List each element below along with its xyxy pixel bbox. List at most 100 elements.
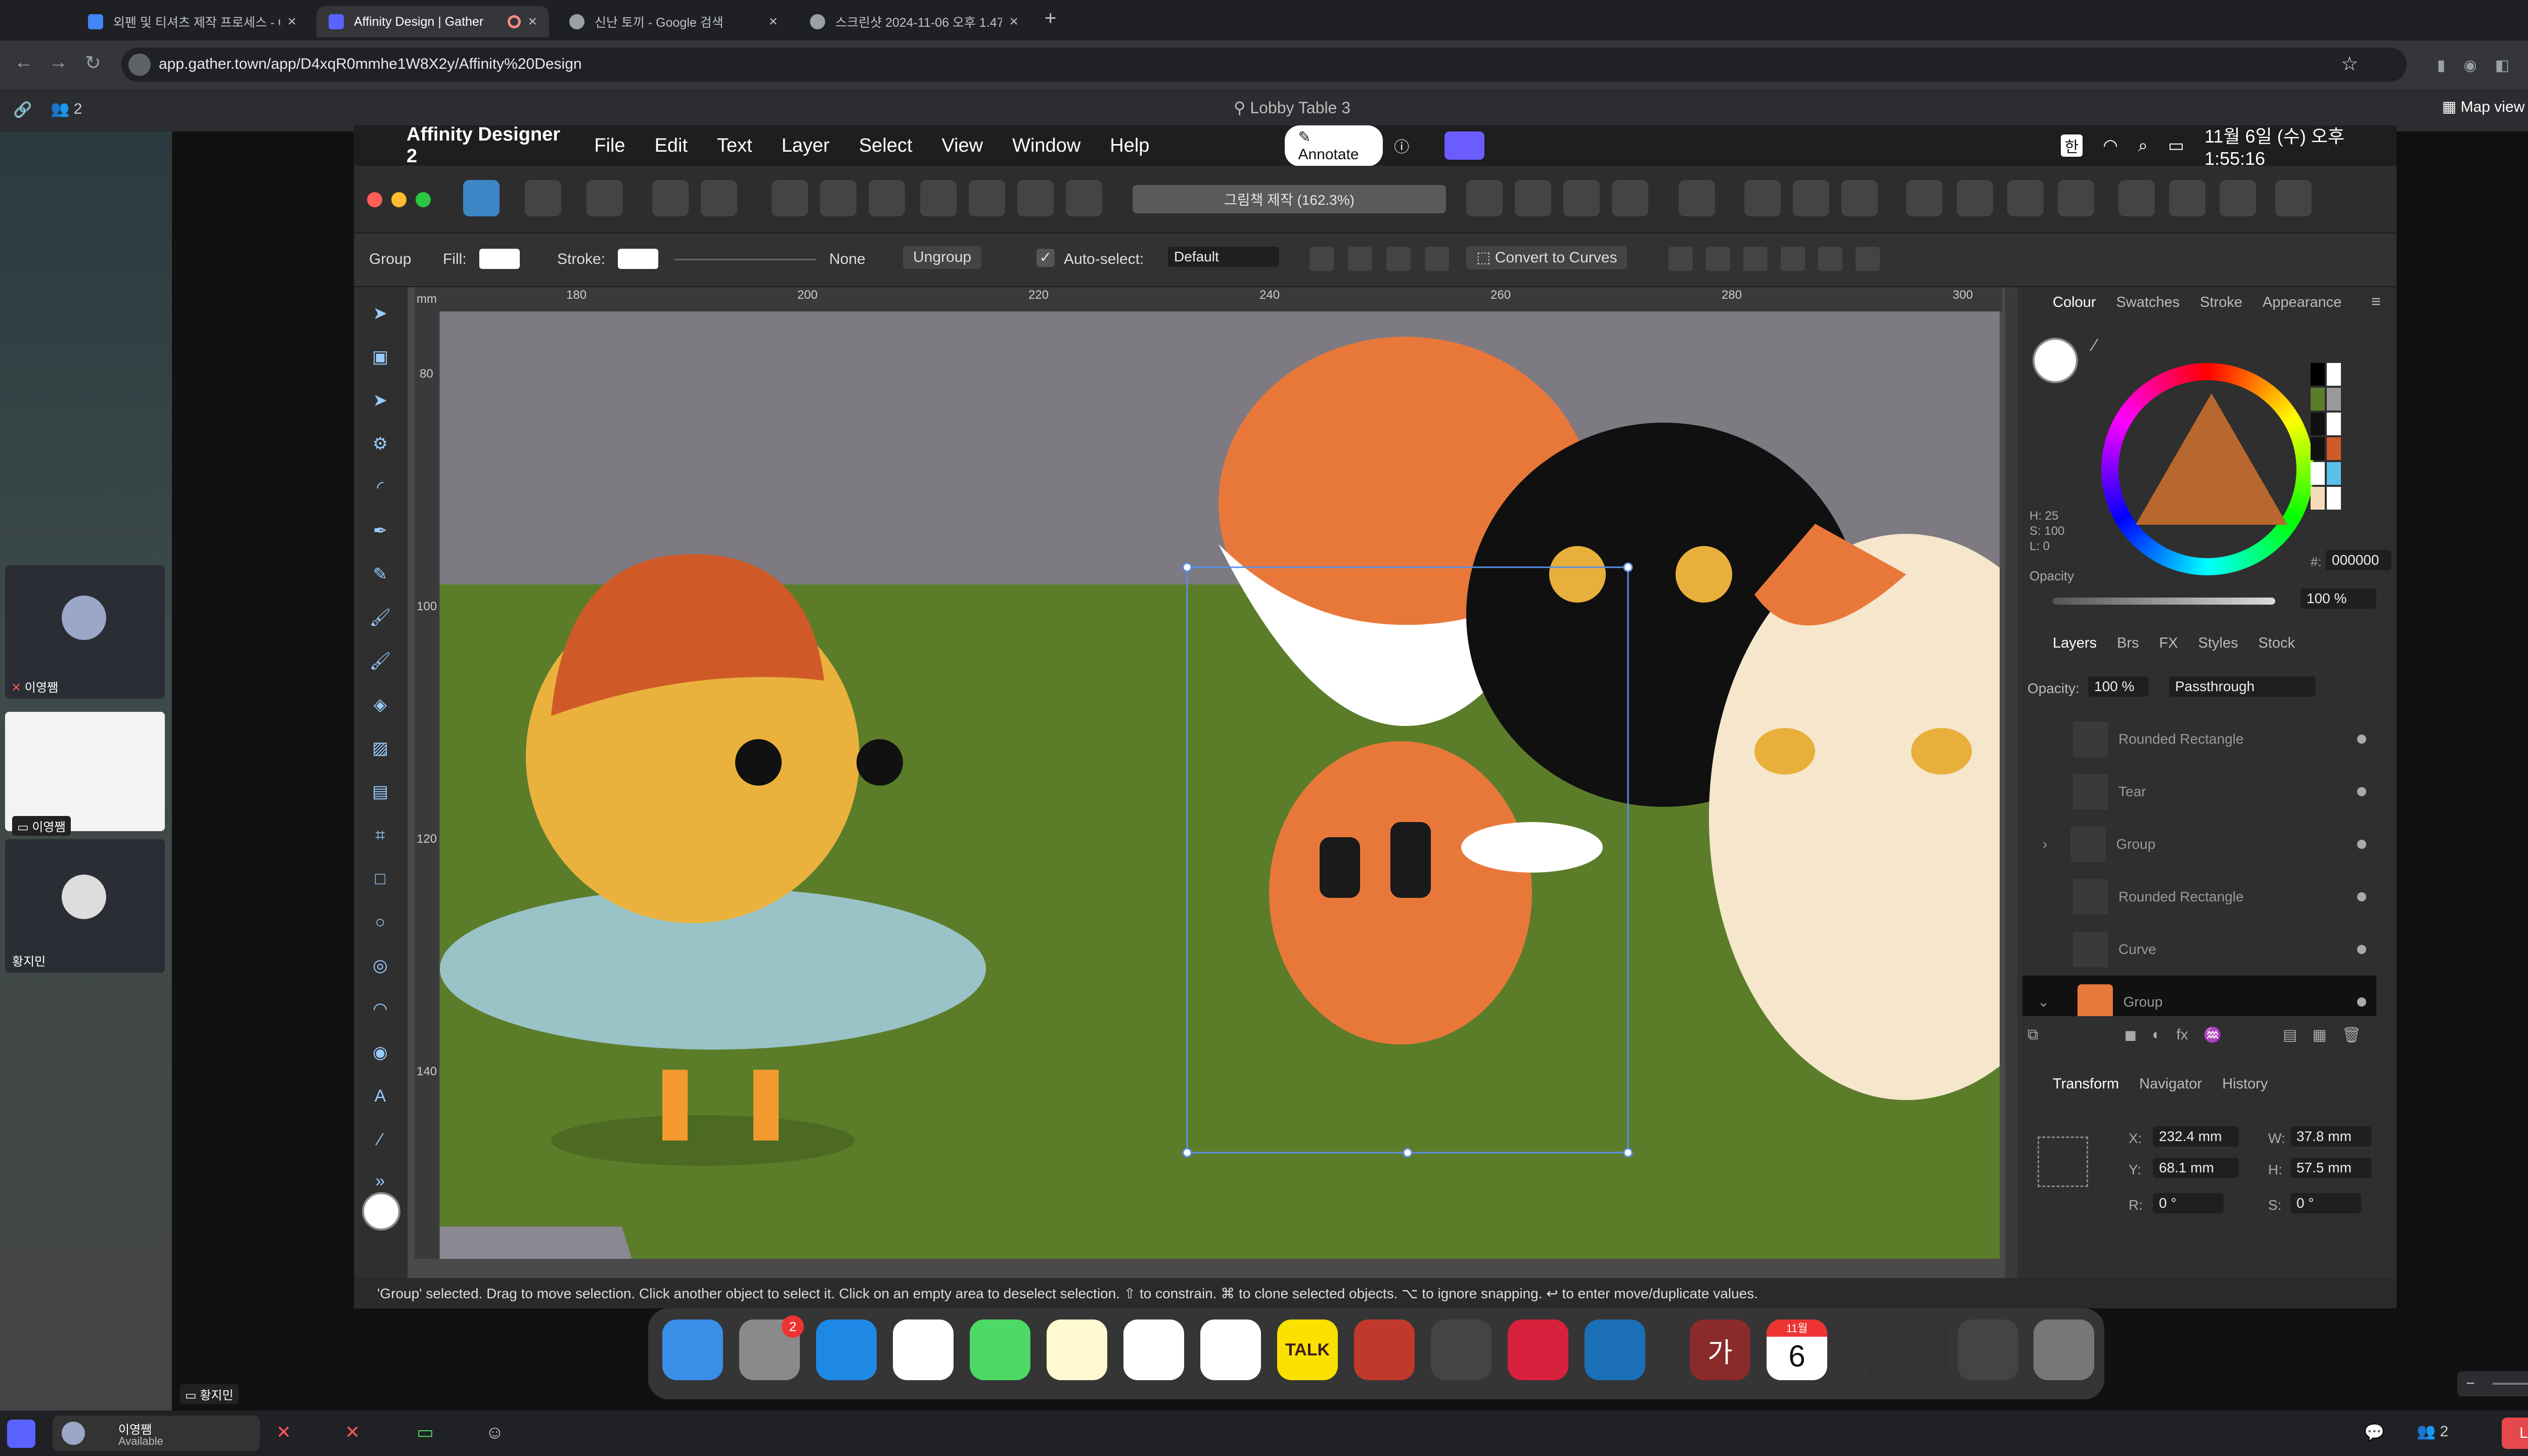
puzzle-icon[interactable]: ◧ bbox=[2495, 57, 2509, 77]
swatch[interactable] bbox=[2311, 487, 2325, 510]
convert-to-curves-button[interactable]: ⬚ Convert to Curves bbox=[1466, 246, 1628, 269]
tab-transform[interactable]: Transform bbox=[2053, 1076, 2119, 1093]
calendar-icon[interactable]: 11월 6 bbox=[1767, 1320, 1827, 1380]
artwork-canvas[interactable] bbox=[440, 311, 2000, 1259]
visibility-dot-icon[interactable] bbox=[2357, 734, 2366, 744]
crop-tool-icon[interactable]: ⌗ bbox=[365, 820, 395, 850]
tab-fx[interactable]: FX bbox=[2159, 635, 2178, 652]
y-field[interactable]: 68.1 mm bbox=[2153, 1158, 2239, 1178]
boolean-add-icon[interactable] bbox=[920, 180, 957, 216]
selection-handle[interactable] bbox=[1403, 1148, 1413, 1158]
video-tile[interactable]: ✕ 이영쨈 bbox=[5, 565, 165, 699]
export-persona-icon[interactable] bbox=[586, 180, 623, 216]
kakaotalk-icon[interactable]: TALK bbox=[1277, 1320, 1338, 1380]
h-field[interactable]: 57.5 mm bbox=[2290, 1158, 2371, 1178]
menu-layer[interactable]: Layer bbox=[782, 135, 830, 157]
browser-tab[interactable]: 외펜 및 티셔츠 제작 프로세스 - Go × bbox=[76, 6, 308, 37]
vector-crop-tool-icon[interactable]: ◉ bbox=[365, 1037, 395, 1068]
new-tab-button[interactable]: + bbox=[1045, 7, 1056, 30]
reload-icon[interactable]: ↻ bbox=[85, 52, 101, 74]
swatch[interactable] bbox=[2311, 462, 2325, 485]
minimize-window-button[interactable] bbox=[391, 192, 407, 207]
selection-handle[interactable] bbox=[1623, 562, 1633, 572]
emoji-icon[interactable]: ☺ bbox=[485, 1422, 504, 1443]
paint-brush-tool-icon[interactable]: 🖌 bbox=[365, 646, 395, 676]
video-tile[interactable]: 황지민 bbox=[5, 839, 165, 973]
document-title[interactable]: 그림책 제작 (162.3%) bbox=[1133, 185, 1446, 213]
swatch[interactable] bbox=[2327, 413, 2341, 435]
arrange-icon[interactable] bbox=[869, 180, 905, 216]
transform-icon[interactable] bbox=[1386, 247, 1411, 271]
recent-window-thumbnail[interactable] bbox=[1958, 1320, 2018, 1380]
swatch[interactable] bbox=[2327, 388, 2341, 411]
site-info-icon[interactable] bbox=[128, 54, 151, 76]
expand-tools-icon[interactable]: » bbox=[365, 1166, 395, 1196]
search-icon[interactable]: ⌕ bbox=[2138, 136, 2148, 156]
visibility-dot-icon[interactable] bbox=[2357, 997, 2366, 1007]
close-tab-icon[interactable]: × bbox=[528, 13, 537, 30]
artboard-tool-icon[interactable]: ▣ bbox=[365, 342, 395, 372]
corner-tool-icon[interactable]: ◜ bbox=[365, 472, 395, 503]
shape-tool-icon[interactable]: ◎ bbox=[365, 950, 395, 981]
colour-wheel[interactable] bbox=[2101, 363, 2314, 575]
link-icon[interactable]: 🔗 bbox=[13, 101, 32, 119]
app-name-menu[interactable]: Affinity Designer 2 bbox=[407, 124, 565, 167]
tab-layers[interactable]: Layers bbox=[2053, 635, 2097, 652]
layer-options-icon[interactable]: ⧉ bbox=[2027, 1026, 2038, 1052]
x-field[interactable]: 232.4 mm bbox=[2153, 1126, 2239, 1147]
annotate-button[interactable]: ✎ Annotate bbox=[1285, 125, 1383, 166]
selection-handle[interactable] bbox=[1182, 1148, 1192, 1158]
layer-opacity-field[interactable]: 100 % bbox=[2088, 676, 2149, 697]
menu-file[interactable]: File bbox=[594, 135, 625, 157]
colour-picker-tool-icon[interactable]: ⁄ bbox=[365, 1124, 395, 1155]
stroke-width-slider[interactable] bbox=[674, 259, 816, 260]
transform-icon[interactable] bbox=[1348, 247, 1372, 271]
back-icon[interactable]: ← bbox=[14, 52, 33, 73]
designer-persona-icon[interactable] bbox=[463, 180, 500, 216]
swatch[interactable] bbox=[2311, 363, 2325, 386]
layer-row[interactable]: › Group bbox=[2022, 818, 2376, 871]
pen-tool-icon[interactable]: ✒ bbox=[365, 516, 395, 546]
group-icon[interactable]: ▦ bbox=[2313, 1026, 2327, 1052]
align-left-icon[interactable] bbox=[1668, 247, 1693, 271]
pencil-tool-icon[interactable]: ✎ bbox=[365, 559, 395, 589]
mic-off-icon[interactable]: ✕ bbox=[276, 1422, 291, 1443]
layers-icon[interactable] bbox=[1957, 180, 1993, 216]
visibility-dot-icon[interactable] bbox=[2357, 787, 2366, 796]
creative-cloud-icon[interactable] bbox=[1508, 1320, 1568, 1380]
browser-tab[interactable]: 스크린샷 2024-11-06 오후 1.47 × bbox=[798, 6, 1030, 37]
flip-vertical-icon[interactable] bbox=[1515, 180, 1551, 216]
align-top-icon[interactable] bbox=[1781, 247, 1805, 271]
account-icon[interactable] bbox=[2275, 180, 2312, 216]
segment-tool-icon[interactable]: ◠ bbox=[365, 994, 395, 1024]
layers-icon[interactable] bbox=[2007, 180, 2044, 216]
arrange-icon[interactable] bbox=[820, 180, 856, 216]
tab-stroke[interactable]: Stroke bbox=[2200, 294, 2242, 311]
zoom-control[interactable]: −+ bbox=[2457, 1371, 2528, 1396]
screenshot-icon[interactable] bbox=[1431, 1320, 1492, 1380]
messages-icon[interactable] bbox=[970, 1320, 1030, 1380]
ungroup-button[interactable]: Ungroup bbox=[903, 246, 982, 269]
swatch[interactable] bbox=[2327, 462, 2341, 485]
transparency-tool-icon[interactable]: ▨ bbox=[365, 733, 395, 763]
visibility-dot-icon[interactable] bbox=[2357, 892, 2366, 901]
affinity-designer-icon[interactable] bbox=[1585, 1320, 1645, 1380]
magnet-icon[interactable] bbox=[1841, 180, 1878, 216]
battery-icon[interactable]: ▭ bbox=[2168, 135, 2184, 156]
swatch[interactable] bbox=[2327, 363, 2341, 386]
swatch[interactable] bbox=[2327, 437, 2341, 460]
menu-view[interactable]: View bbox=[941, 135, 983, 157]
swatch[interactable] bbox=[2311, 437, 2325, 460]
swatch[interactable] bbox=[2327, 487, 2341, 510]
layer-row-selected[interactable]: ⌄ Group bbox=[2022, 976, 2376, 1016]
boolean-intersect-icon[interactable] bbox=[1017, 180, 1054, 216]
snapping-manager-icon[interactable] bbox=[1744, 180, 1781, 216]
swatch[interactable] bbox=[2311, 413, 2325, 435]
node-tool-icon[interactable]: ➤ bbox=[365, 385, 395, 416]
auto-select-dropdown[interactable]: Default bbox=[1168, 247, 1279, 267]
close-tab-icon[interactable]: × bbox=[1009, 13, 1018, 30]
studio-icon[interactable] bbox=[2118, 180, 2155, 216]
arrange-icon[interactable] bbox=[772, 180, 808, 216]
compass-app-icon[interactable] bbox=[1354, 1320, 1415, 1380]
text-tool-icon[interactable]: A bbox=[365, 1081, 395, 1111]
